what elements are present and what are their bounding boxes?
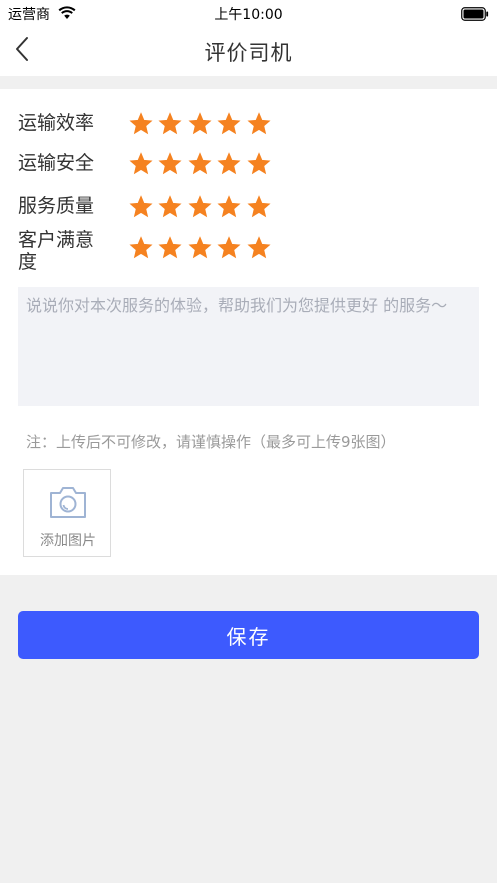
clock: 上午10:00: [214, 7, 283, 23]
add-photo-label: 添加图片: [40, 533, 96, 549]
page-title: 评价司机: [204, 41, 293, 65]
star-rating: [126, 110, 274, 138]
star-icon[interactable]: [185, 110, 215, 138]
star-icon[interactable]: [215, 193, 245, 221]
star-icon[interactable]: [244, 150, 274, 178]
star-icon[interactable]: [126, 193, 156, 221]
rating-label: 运输效率: [18, 112, 95, 134]
camera-icon: [50, 487, 86, 518]
save-button[interactable]: 保存: [18, 611, 479, 659]
star-icon[interactable]: [156, 234, 186, 262]
rating-label: 运输安全: [18, 152, 95, 174]
star-icon[interactable]: [244, 234, 274, 262]
star-icon[interactable]: [156, 193, 186, 221]
rating-label: 服务质量: [18, 195, 95, 217]
star-icon[interactable]: [215, 150, 245, 178]
nav-bar: 评价司机: [0, 26, 497, 76]
battery-icon: [461, 6, 489, 25]
status-bar: 运营商 上午10:00: [0, 0, 497, 26]
star-icon[interactable]: [215, 234, 245, 262]
star-icon[interactable]: [244, 193, 274, 221]
star-icon[interactable]: [126, 234, 156, 262]
rating-label: 客户满意度: [18, 229, 95, 273]
star-rating: [126, 193, 274, 221]
star-rating: [126, 150, 274, 178]
review-input[interactable]: [18, 287, 479, 406]
star-icon[interactable]: [185, 193, 215, 221]
star-icon[interactable]: [156, 150, 186, 178]
star-icon[interactable]: [185, 150, 215, 178]
upload-note: 注：上传后不可修改，请谨慎操作（最多可上传9张图）: [26, 433, 396, 451]
star-icon[interactable]: [185, 234, 215, 262]
star-icon[interactable]: [215, 110, 245, 138]
add-photo-button[interactable]: 添加图片: [23, 469, 111, 557]
star-icon[interactable]: [156, 110, 186, 138]
star-rating: [126, 234, 274, 262]
review-card: 运输效率 运输安全 服务质量 客户满意度 注：上传后不可修改，请谨慎操作（最多可…: [0, 89, 497, 575]
star-icon[interactable]: [126, 110, 156, 138]
star-icon[interactable]: [244, 110, 274, 138]
star-icon[interactable]: [126, 150, 156, 178]
